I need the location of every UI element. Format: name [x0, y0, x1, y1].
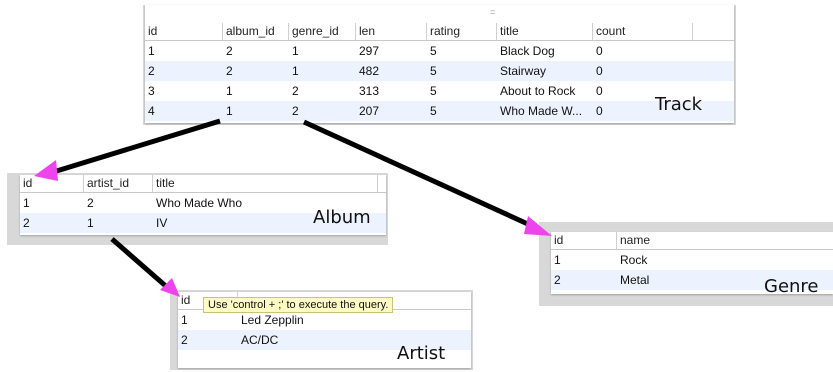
arrowhead-album-icon	[34, 160, 58, 181]
arrow-album-to-artist	[110, 237, 170, 290]
arrowhead-genre-icon	[524, 216, 552, 236]
arrow-track-to-genre	[302, 119, 532, 228]
arrow-track-to-album	[49, 118, 221, 176]
relationship-arrows	[34, 118, 552, 297]
